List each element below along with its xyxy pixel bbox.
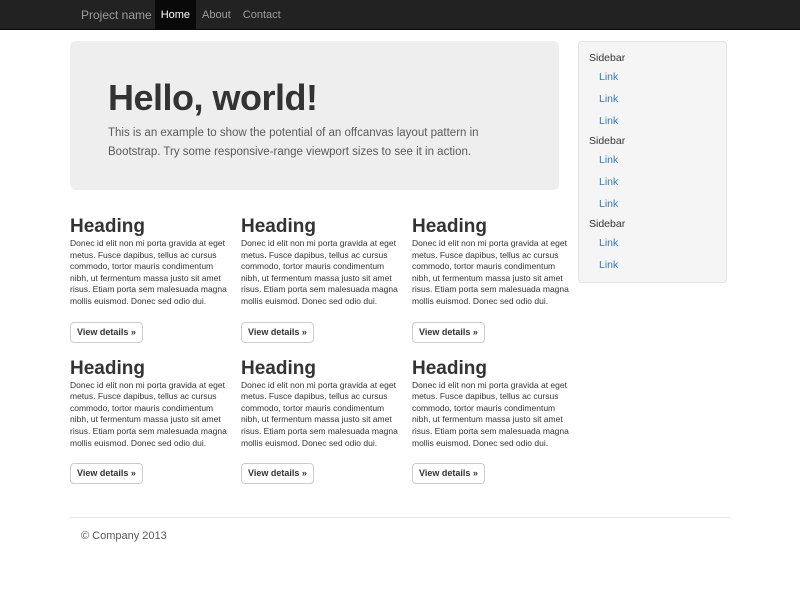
sidebar: SidebarLinkLinkLinkSidebarLinkLinkLinkSi… xyxy=(578,41,727,283)
nav-item-home[interactable]: Home xyxy=(155,0,196,30)
navbar-brand[interactable]: Project name xyxy=(70,0,155,30)
sidebar-link[interactable]: Link xyxy=(599,151,716,170)
view-details-button[interactable]: View details » xyxy=(70,322,143,343)
nav-list-item: Home xyxy=(155,0,196,30)
sidebar-link[interactable]: Link xyxy=(599,234,716,253)
nav-item-contact[interactable]: Contact xyxy=(237,0,287,30)
card-body-text: Donec id elit non mi porta gravida at eg… xyxy=(412,238,569,308)
content-card-1: HeadingDonec id elit non mi porta gravid… xyxy=(70,217,227,343)
view-details-button[interactable]: View details » xyxy=(241,322,314,343)
navbar: Project name HomeAboutContact xyxy=(0,0,800,30)
view-details-button[interactable]: View details » xyxy=(412,322,485,343)
sidebar-link[interactable]: Link xyxy=(599,90,716,109)
sidebar-link[interactable]: Link xyxy=(599,173,716,192)
nav-list-item: About xyxy=(196,0,237,30)
view-details-button[interactable]: View details » xyxy=(241,463,314,484)
card-body-text: Donec id elit non mi porta gravida at eg… xyxy=(241,380,398,450)
navbar-menu: HomeAboutContact xyxy=(155,0,287,30)
sidebar-group-title: Sidebar xyxy=(589,51,716,65)
card-heading: Heading xyxy=(70,217,227,237)
sidebar-group-title: Sidebar xyxy=(589,134,716,148)
card-body-text: Donec id elit non mi porta gravida at eg… xyxy=(412,380,569,450)
jumbotron-text: This is an example to show the potential… xyxy=(108,124,520,162)
jumbotron: Hello, world! This is an example to show… xyxy=(70,41,559,190)
cards-grid: HeadingDonec id elit non mi porta gravid… xyxy=(70,217,570,484)
sidebar-link[interactable]: Link xyxy=(599,256,716,275)
content-card-6: HeadingDonec id elit non mi porta gravid… xyxy=(412,359,569,485)
footer-copyright: © Company 2013 xyxy=(81,529,167,544)
card-body-text: Donec id elit non mi porta gravida at eg… xyxy=(70,238,227,308)
jumbotron-title: Hello, world! xyxy=(108,77,529,118)
sidebar-group-3: Sidebar Link Link xyxy=(589,217,716,275)
card-heading: Heading xyxy=(412,359,569,379)
view-details-button[interactable]: View details » xyxy=(70,463,143,484)
sidebar-group-1: Sidebar Link Link Link xyxy=(589,51,716,131)
card-body-text: Donec id elit non mi porta gravida at eg… xyxy=(70,380,227,450)
content-card-3: HeadingDonec id elit non mi porta gravid… xyxy=(412,217,569,343)
content-card-5: HeadingDonec id elit non mi porta gravid… xyxy=(241,359,398,485)
sidebar-link[interactable]: Link xyxy=(599,112,716,131)
content-card-4: HeadingDonec id elit non mi porta gravid… xyxy=(70,359,227,485)
sidebar-link[interactable]: Link xyxy=(599,68,716,87)
card-body-text: Donec id elit non mi porta gravida at eg… xyxy=(241,238,398,308)
card-heading: Heading xyxy=(70,359,227,379)
view-details-button[interactable]: View details » xyxy=(412,463,485,484)
sidebar-link[interactable]: Link xyxy=(599,195,716,214)
footer-divider xyxy=(70,517,730,518)
sidebar-group-title: Sidebar xyxy=(589,217,716,231)
card-heading: Heading xyxy=(241,217,398,237)
nav-item-about[interactable]: About xyxy=(196,0,237,30)
nav-list-item: Contact xyxy=(237,0,287,30)
content-card-2: HeadingDonec id elit non mi porta gravid… xyxy=(241,217,398,343)
card-heading: Heading xyxy=(241,359,398,379)
card-heading: Heading xyxy=(412,217,569,237)
sidebar-group-2: Sidebar Link Link Link xyxy=(589,134,716,214)
navbar-inner: Project name HomeAboutContact xyxy=(0,0,800,30)
